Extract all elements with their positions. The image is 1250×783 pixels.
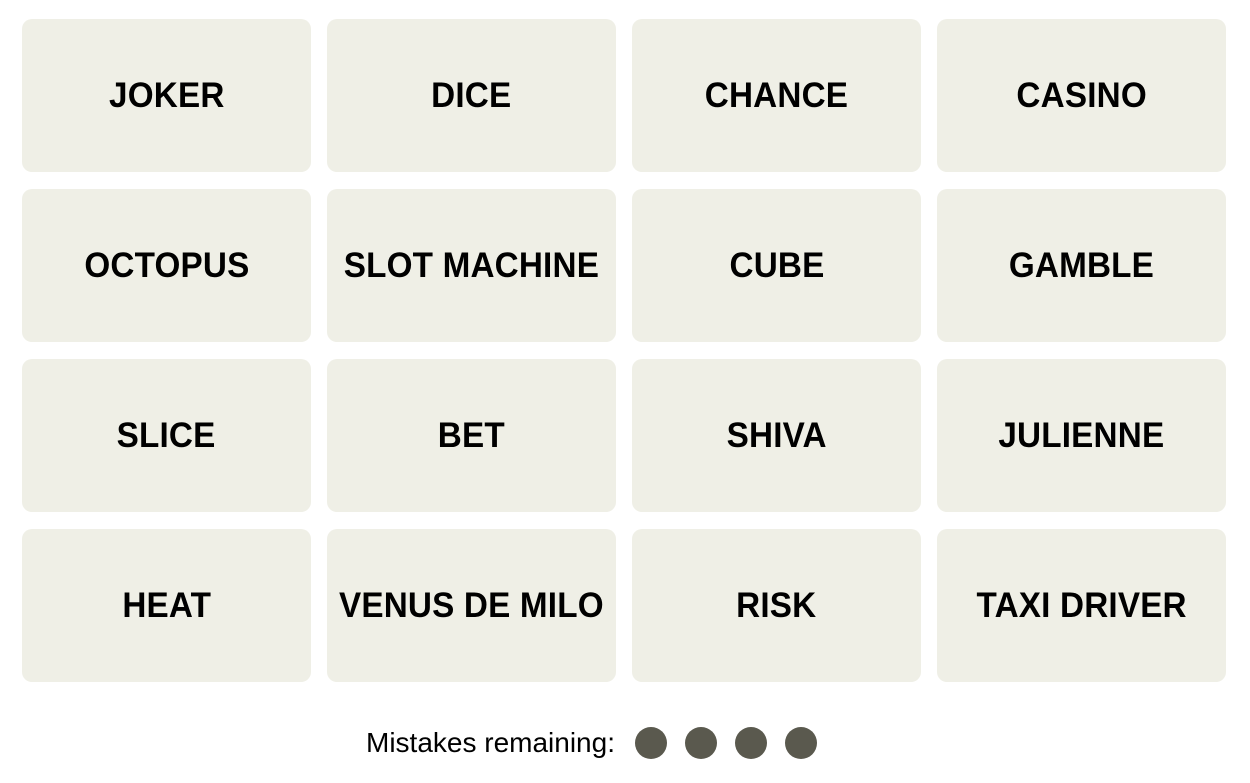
mistake-dot [684,727,717,759]
tile-label: HEAT [122,585,211,625]
tile-label: VENUS DE MILO [339,585,604,625]
word-tile[interactable]: CASINO [937,19,1226,172]
tile-label: GAMBLE [1008,245,1155,285]
tile-label: SLOT MACHINE [343,245,600,285]
tile-label: SLICE [117,415,216,455]
word-grid: JOKER DICE CHANCE CASINO OCTOPUS SLOT MA… [22,19,1226,682]
tile-label: OCTOPUS [83,245,250,285]
mistake-dot [634,727,667,759]
tile-label: CASINO [1016,75,1147,115]
tile-label: BET [437,415,506,455]
tile-label: TAXI DRIVER [976,585,1187,625]
tile-label: JOKER [108,75,225,115]
word-tile[interactable]: SLICE [22,359,311,512]
word-tile[interactable]: TAXI DRIVER [937,529,1226,682]
word-tile[interactable]: SLOT MACHINE [327,189,616,342]
mistakes-remaining: Mistakes remaining: [366,723,835,763]
word-tile[interactable]: JOKER [22,19,311,172]
word-tile[interactable]: CUBE [632,189,921,342]
tile-label: CUBE [728,245,824,285]
word-tile[interactable]: VENUS DE MILO [327,529,616,682]
word-tile[interactable]: BET [327,359,616,512]
tile-label: RISK [736,585,817,625]
tile-label: JULIENNE [998,415,1165,455]
word-tile[interactable]: DICE [327,19,616,172]
tile-label: DICE [431,75,512,115]
word-tile[interactable]: HEAT [22,529,311,682]
tile-label: CHANCE [704,75,849,115]
mistake-dots [634,727,835,759]
tile-label: SHIVA [726,415,827,455]
word-tile[interactable]: OCTOPUS [22,189,311,342]
word-tile[interactable]: RISK [632,529,921,682]
word-tile[interactable]: SHIVA [632,359,921,512]
mistake-dot [734,727,767,759]
word-tile[interactable]: GAMBLE [937,189,1226,342]
word-tile[interactable]: CHANCE [632,19,921,172]
word-tile[interactable]: JULIENNE [937,359,1226,512]
mistake-dot [784,727,817,759]
mistakes-label: Mistakes remaining: [366,727,615,758]
